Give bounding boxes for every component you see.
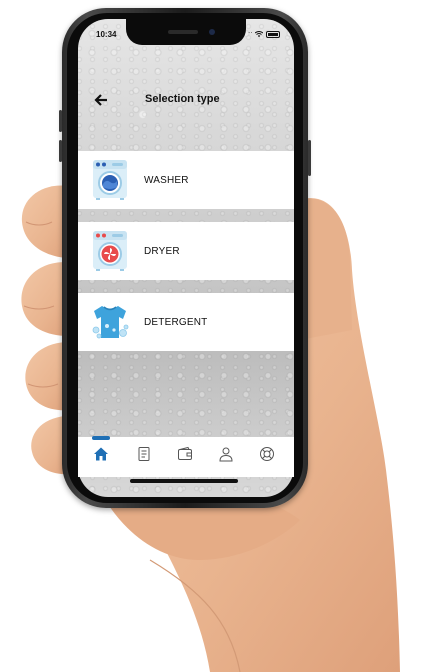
phone-volume-button [59, 110, 62, 132]
option-label: DRYER [144, 245, 180, 257]
phone-camera [209, 29, 215, 35]
back-arrow-icon[interactable] [94, 93, 108, 107]
profile-icon[interactable] [218, 446, 234, 462]
option-label: WASHER [144, 174, 189, 186]
wallet-icon[interactable] [177, 446, 193, 462]
battery-icon [266, 30, 281, 38]
option-detergent[interactable]: DETERGENT [78, 293, 294, 351]
option-dryer[interactable]: DRYER [78, 222, 294, 280]
washer-icon [93, 160, 127, 200]
option-washer[interactable]: WASHER [78, 151, 294, 209]
status-icons: ⋅⋅ [248, 30, 281, 38]
phone-speaker [168, 30, 198, 34]
signal-icon: ⋅⋅ [248, 30, 253, 37]
phone-volume-button [59, 140, 62, 162]
dryer-icon [93, 231, 127, 271]
home-icon[interactable] [93, 446, 109, 462]
option-label: DETERGENT [144, 316, 208, 328]
page-title: Selection type [145, 93, 220, 105]
active-tab-indicator [92, 436, 110, 440]
document-icon[interactable] [136, 446, 152, 462]
support-icon[interactable] [259, 446, 275, 462]
home-indicator [130, 479, 238, 483]
status-time: 10:34 [96, 30, 117, 39]
phone-power-button [308, 140, 311, 176]
wifi-icon [255, 31, 264, 37]
detergent-shirt-icon [92, 306, 129, 339]
